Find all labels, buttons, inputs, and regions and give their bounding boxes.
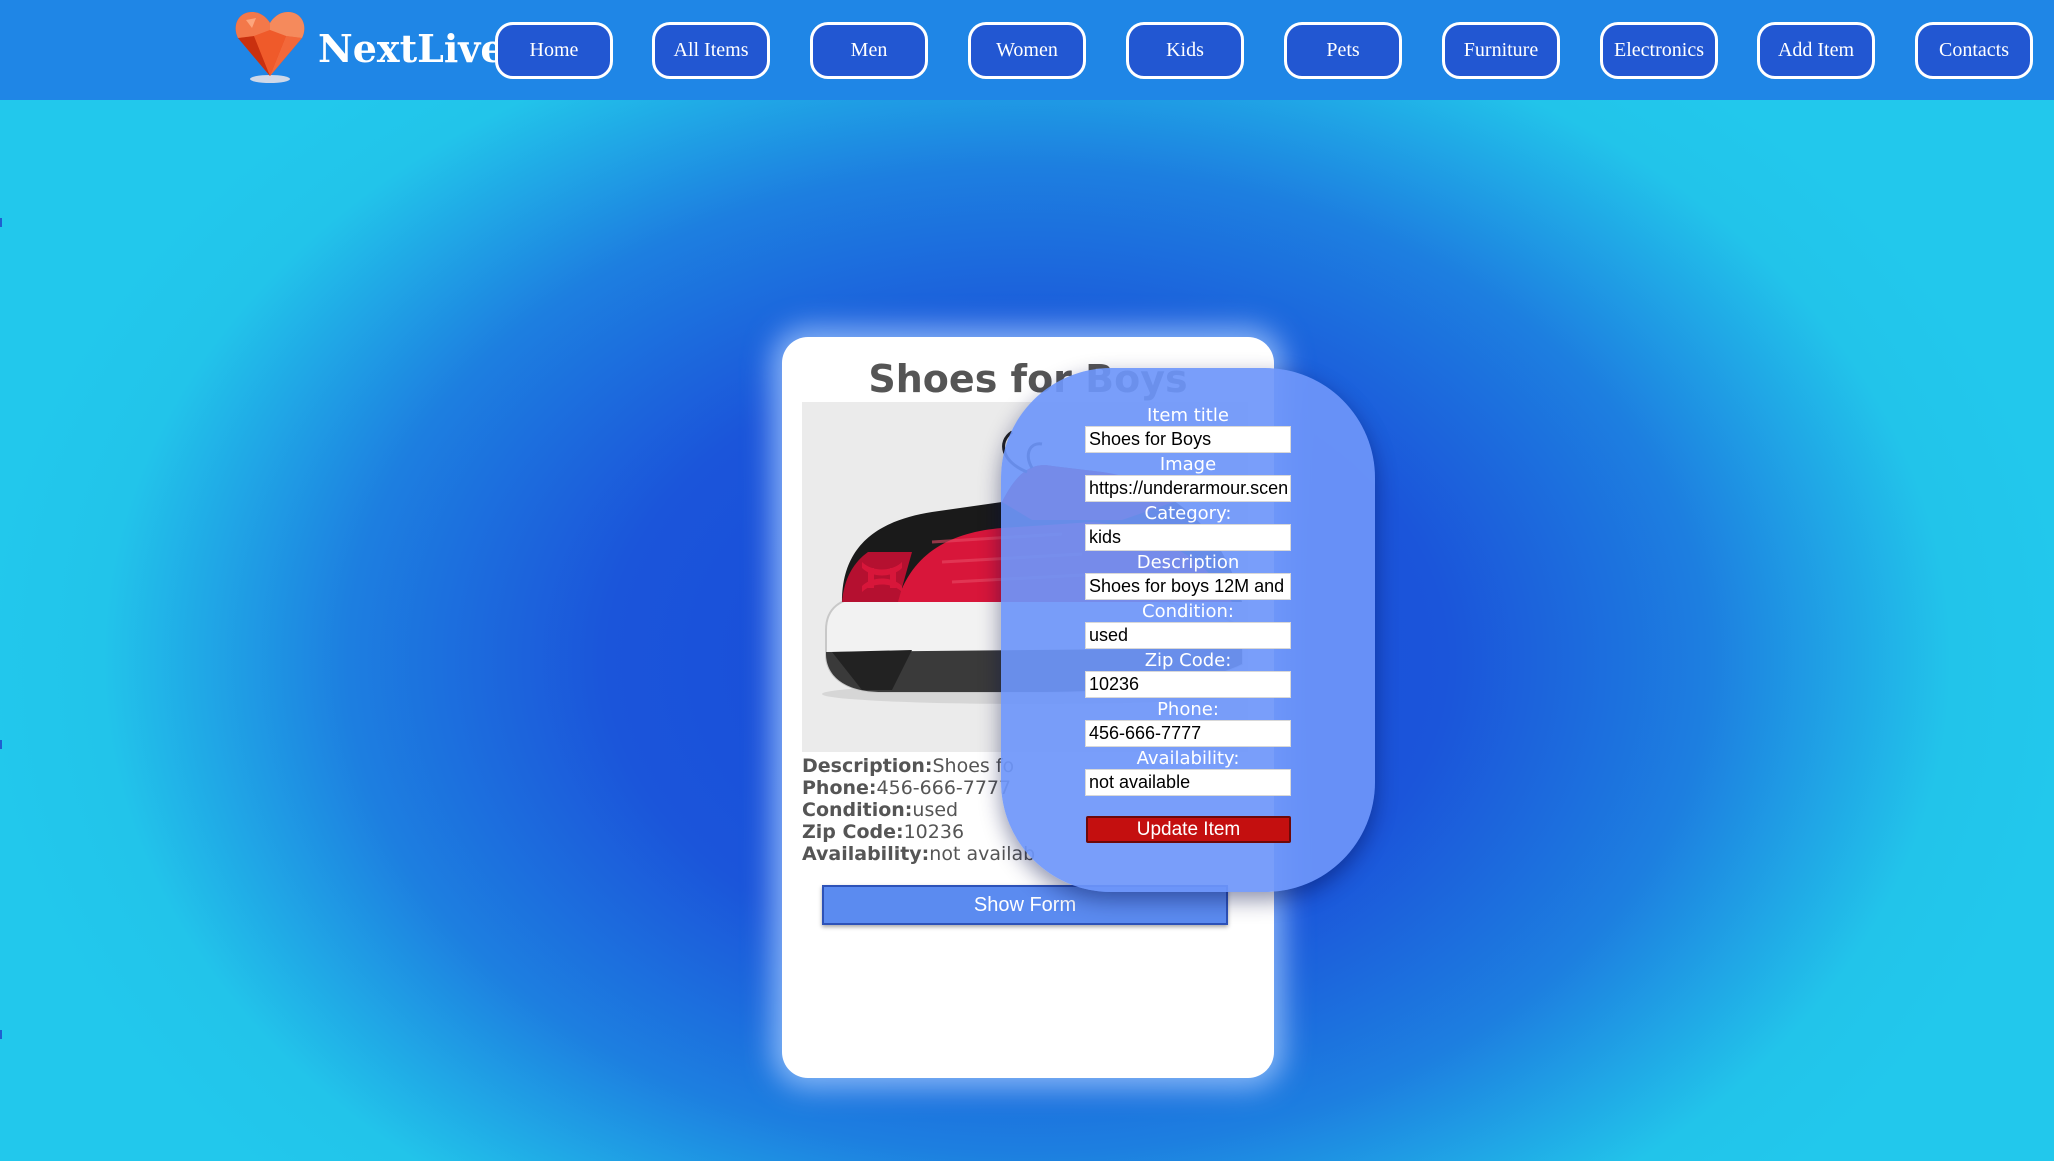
nav-pets[interactable]: Pets: [1284, 22, 1402, 79]
description-label: Description: [1136, 552, 1240, 573]
edge-mark: [0, 1030, 2, 1039]
edge-mark: [0, 740, 2, 749]
condition-label: Condition:: [1142, 601, 1234, 622]
update-item-button[interactable]: Update Item: [1086, 816, 1291, 843]
nav-add-item[interactable]: Add Item: [1757, 22, 1875, 79]
description-input[interactable]: Shoes for boys 12M and: [1085, 573, 1291, 600]
nav-contacts[interactable]: Contacts: [1915, 22, 2033, 79]
nav-women[interactable]: Women: [968, 22, 1086, 79]
nav-kids[interactable]: Kids: [1126, 22, 1244, 79]
heart-logo-icon: [235, 12, 305, 83]
zip-code-label: Zip Code:: [1144, 650, 1232, 671]
nav-furniture[interactable]: Furniture: [1442, 22, 1560, 79]
category-input[interactable]: kids: [1085, 524, 1291, 551]
nav-men[interactable]: Men: [810, 22, 928, 79]
availability-input[interactable]: not available: [1085, 769, 1291, 796]
item-title-input[interactable]: Shoes for Boys: [1085, 426, 1291, 453]
item-title-label: Item title: [1147, 405, 1229, 426]
nav-all-items[interactable]: All Items: [652, 22, 770, 79]
top-navbar: NextLive Home All Items Men Women Kids P…: [0, 0, 2054, 100]
edit-item-form: Item title Shoes for Boys Image https://…: [1001, 368, 1375, 892]
condition-input[interactable]: used: [1085, 622, 1291, 649]
image-url-input[interactable]: https://underarmour.scen: [1085, 475, 1291, 502]
phone-label: Phone:: [1157, 699, 1219, 720]
category-label: Category:: [1144, 503, 1232, 524]
edge-mark: [0, 218, 2, 227]
phone-input[interactable]: 456-666-7777: [1085, 720, 1291, 747]
image-label: Image: [1159, 454, 1217, 475]
brand-name[interactable]: NextLive: [318, 26, 505, 71]
availability-label: Availability:: [1136, 748, 1240, 769]
nav-home[interactable]: Home: [495, 22, 613, 79]
zip-code-input[interactable]: 10236: [1085, 671, 1291, 698]
nav-electronics[interactable]: Electronics: [1600, 22, 1718, 79]
